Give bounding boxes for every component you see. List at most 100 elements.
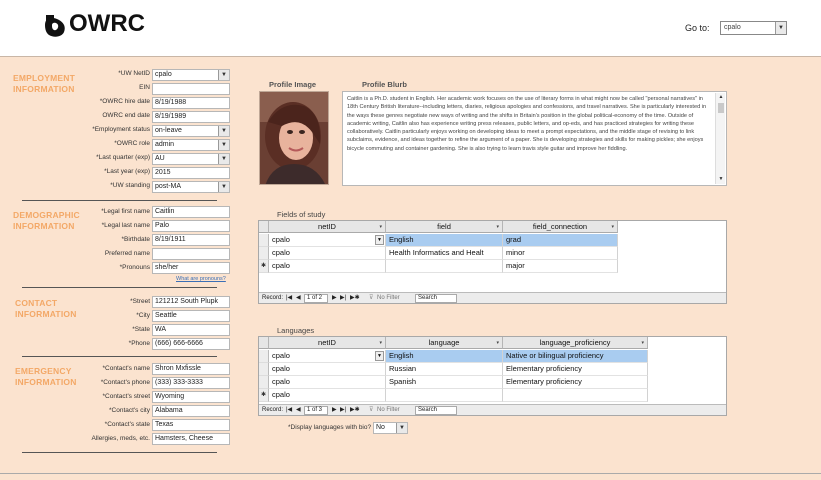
first-record-icon[interactable]: |◀: [286, 406, 292, 415]
row-selector[interactable]: [259, 376, 269, 389]
column-sort-icon[interactable]: ▾: [611, 221, 614, 233]
employment-status-combo[interactable]: on-leave ▼: [152, 125, 230, 137]
no-filter-button[interactable]: No Filter: [377, 406, 400, 415]
uw-netid-combo[interactable]: cpalo ▼: [152, 69, 230, 81]
contact-city-field[interactable]: Alabama: [152, 405, 230, 417]
chevron-down-icon[interactable]: ▼: [218, 70, 229, 80]
phone-field[interactable]: (666) 666-6666: [152, 338, 230, 350]
table-cell[interactable]: cpalo: [269, 260, 386, 273]
contact-street-field[interactable]: Wyoming: [152, 391, 230, 403]
record-position-field[interactable]: 1 of 2: [304, 294, 328, 303]
last-record-icon[interactable]: ▶|: [340, 406, 346, 415]
grid-corner[interactable]: [259, 337, 269, 349]
last-year-field[interactable]: 2015: [152, 167, 230, 179]
legal-first-name-field[interactable]: Caitlin: [152, 206, 230, 218]
filter-icon[interactable]: ⊽: [369, 406, 373, 415]
next-record-icon[interactable]: ▶: [332, 406, 337, 415]
table-cell[interactable]: grad: [503, 234, 618, 247]
new-record-icon[interactable]: ▶✱: [350, 294, 360, 303]
owrc-role-combo[interactable]: admin ▼: [152, 139, 230, 151]
birthdate-field[interactable]: 8/19/1911: [152, 234, 230, 246]
table-cell[interactable]: cpalo: [269, 389, 386, 402]
uw-standing-combo[interactable]: post-MA ▼: [152, 181, 230, 193]
allergies-field[interactable]: Hamsters, Cheese: [152, 433, 230, 445]
table-cell[interactable]: cpalo ▼: [269, 234, 386, 247]
new-record-icon[interactable]: ▶✱: [350, 406, 360, 415]
table-cell[interactable]: [386, 389, 503, 402]
table-cell[interactable]: Elementary proficiency: [503, 363, 648, 376]
contact-phone-field[interactable]: (333) 333-3333: [152, 377, 230, 389]
column-header-field-connection[interactable]: field_connection ▾: [503, 221, 618, 233]
contact-state-field[interactable]: Texas: [152, 419, 230, 431]
column-header-language[interactable]: language ▾: [386, 337, 503, 349]
table-cell[interactable]: English: [386, 234, 503, 247]
profile-blurb-textbox[interactable]: Caitlin is a Ph.D. student in English. H…: [342, 91, 727, 186]
scroll-thumb[interactable]: [718, 103, 724, 113]
column-sort-icon[interactable]: ▾: [379, 337, 382, 349]
column-header-field[interactable]: field ▾: [386, 221, 503, 233]
table-cell[interactable]: cpalo: [269, 247, 386, 260]
column-header-netid[interactable]: netID ▾: [269, 337, 386, 349]
row-selector[interactable]: [259, 247, 269, 260]
table-cell[interactable]: Russian: [386, 363, 503, 376]
row-selector[interactable]: [259, 363, 269, 376]
chevron-down-icon[interactable]: ▼: [396, 423, 407, 433]
new-row-selector[interactable]: ✱: [259, 260, 269, 273]
chevron-down-icon[interactable]: ▼: [218, 154, 229, 164]
table-cell[interactable]: cpalo: [269, 376, 386, 389]
column-sort-icon[interactable]: ▾: [641, 337, 644, 349]
row-selector[interactable]: [259, 234, 269, 247]
table-cell[interactable]: cpalo ▼: [269, 350, 386, 363]
filter-icon[interactable]: ⊽: [369, 294, 373, 303]
scroll-up-icon[interactable]: ▲: [716, 93, 726, 102]
street-field[interactable]: 121212 South Plupk: [152, 296, 230, 308]
chevron-down-icon[interactable]: ▼: [375, 351, 384, 361]
table-cell[interactable]: [386, 260, 503, 273]
goto-select[interactable]: cpalo ▼: [720, 21, 787, 35]
table-cell[interactable]: cpalo: [269, 363, 386, 376]
pronouns-field[interactable]: she/her: [152, 262, 230, 274]
column-sort-icon[interactable]: ▾: [496, 337, 499, 349]
ein-field[interactable]: [152, 83, 230, 95]
column-header-language-proficiency[interactable]: language_proficiency ▾: [503, 337, 648, 349]
table-cell[interactable]: [503, 389, 648, 402]
last-record-icon[interactable]: ▶|: [340, 294, 346, 303]
row-selector[interactable]: [259, 350, 269, 363]
column-header-netid[interactable]: netID ▾: [269, 221, 386, 233]
chevron-down-icon[interactable]: ▼: [218, 140, 229, 150]
legal-last-name-field[interactable]: Palo: [152, 220, 230, 232]
preferred-name-field[interactable]: [152, 248, 230, 260]
search-input[interactable]: Search: [415, 294, 457, 303]
scroll-down-icon[interactable]: ▼: [716, 175, 726, 184]
next-record-icon[interactable]: ▶: [332, 294, 337, 303]
prev-record-icon[interactable]: ◀: [296, 294, 301, 303]
table-cell[interactable]: Native or bilingual proficiency: [503, 350, 648, 363]
chevron-down-icon[interactable]: ▼: [218, 182, 229, 192]
table-cell[interactable]: English: [386, 350, 503, 363]
record-position-field[interactable]: 1 of 3: [304, 406, 328, 415]
chevron-down-icon[interactable]: ▼: [218, 126, 229, 136]
end-date-field[interactable]: 8/19/1989: [152, 111, 230, 123]
search-input[interactable]: Search: [415, 406, 457, 415]
chevron-down-icon[interactable]: ▼: [775, 22, 786, 34]
table-cell[interactable]: Spanish: [386, 376, 503, 389]
last-quarter-combo[interactable]: AU ▼: [152, 153, 230, 165]
column-sort-icon[interactable]: ▾: [496, 221, 499, 233]
profile-photo[interactable]: [259, 91, 329, 185]
prev-record-icon[interactable]: ◀: [296, 406, 301, 415]
hire-date-field[interactable]: 8/19/1988: [152, 97, 230, 109]
city-field[interactable]: Seattle: [152, 310, 230, 322]
blurb-scrollbar[interactable]: ▲ ▼: [715, 93, 725, 184]
pronouns-help-link[interactable]: What are pronouns?: [176, 276, 226, 282]
table-cell[interactable]: major: [503, 260, 618, 273]
state-field[interactable]: WA: [152, 324, 230, 336]
new-row-selector[interactable]: ✱: [259, 389, 269, 402]
first-record-icon[interactable]: |◀: [286, 294, 292, 303]
chevron-down-icon[interactable]: ▼: [375, 235, 384, 245]
contact-name-field[interactable]: Shron Mxfissle: [152, 363, 230, 375]
column-sort-icon[interactable]: ▾: [379, 221, 382, 233]
table-cell[interactable]: minor: [503, 247, 618, 260]
table-cell[interactable]: Elementary proficiency: [503, 376, 648, 389]
table-cell[interactable]: Health Informatics and Healt: [386, 247, 503, 260]
grid-corner[interactable]: [259, 221, 269, 233]
